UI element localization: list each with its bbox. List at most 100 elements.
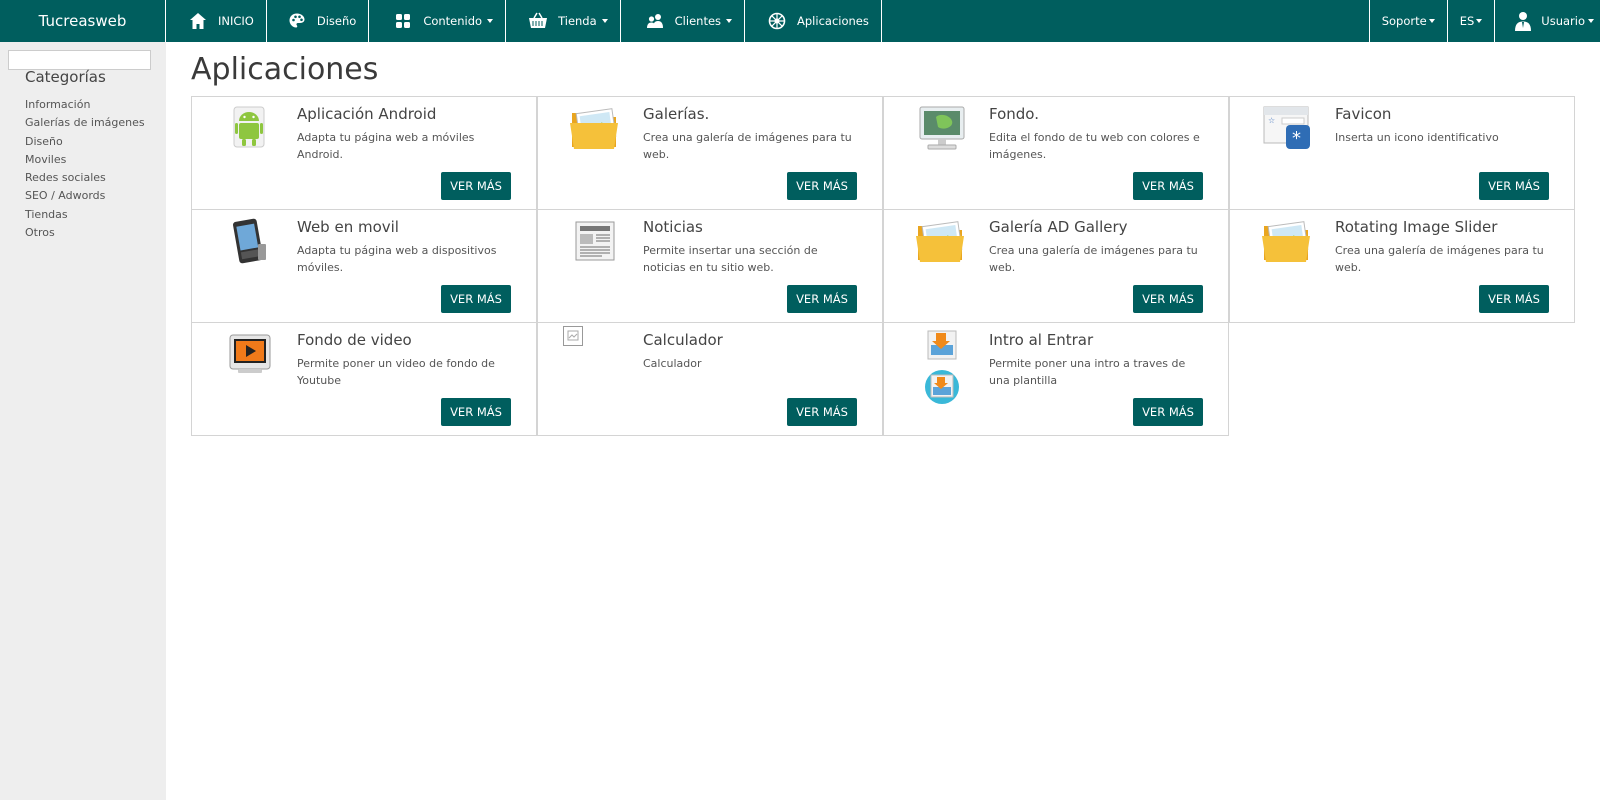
chevron-down-icon bbox=[726, 19, 733, 23]
app-card-title: Fondo. bbox=[989, 105, 1039, 123]
app-card-title: Galería AD Gallery bbox=[989, 218, 1128, 236]
sidebar-item-redes-sociales[interactable]: Redes sociales bbox=[25, 169, 145, 187]
chevron-down-icon bbox=[601, 19, 608, 23]
sidebar-search-input[interactable] bbox=[8, 50, 151, 70]
app-card-galerias: Galerías. Crea una galería de imágenes p… bbox=[537, 96, 883, 210]
gallery-folder-icon bbox=[1260, 216, 1316, 268]
apps-icon bbox=[767, 11, 787, 31]
nav-tienda-label: Tienda bbox=[558, 14, 597, 28]
chevron-down-icon bbox=[487, 19, 494, 23]
gallery-folder-icon bbox=[914, 216, 970, 268]
android-icon bbox=[222, 103, 278, 155]
newspaper-icon bbox=[568, 216, 624, 268]
app-card-desc: Crea una galería de imágenes para tu web… bbox=[643, 131, 852, 161]
nav-aplicaciones[interactable]: Aplicaciones bbox=[745, 0, 882, 42]
palette-icon bbox=[287, 11, 307, 31]
ver-mas-button[interactable]: VER MÁS bbox=[787, 398, 857, 426]
nav-soporte-label: Soporte bbox=[1381, 14, 1427, 28]
grid-icon bbox=[393, 11, 413, 31]
background-monitor-icon bbox=[914, 103, 970, 155]
ver-mas-button[interactable]: VER MÁS bbox=[441, 398, 511, 426]
app-card-title: Noticias bbox=[643, 218, 703, 236]
video-icon bbox=[222, 329, 278, 381]
sidebar-item-otros[interactable]: Otros bbox=[25, 224, 145, 242]
app-card-title: Fondo de video bbox=[297, 331, 412, 349]
users-icon bbox=[645, 11, 665, 31]
nav-spacer bbox=[882, 0, 1370, 42]
app-card-title: Favicon bbox=[1335, 105, 1392, 123]
app-card-rotating-slider: Rotating Image Slider Crea una galería d… bbox=[1229, 209, 1575, 323]
nav-aplicaciones-label: Aplicaciones bbox=[797, 14, 869, 28]
app-card-title: Galerías. bbox=[643, 105, 710, 123]
app-card-desc: Calculador bbox=[643, 357, 702, 370]
app-card-fondo-video: Fondo de video Permite poner un video de… bbox=[191, 322, 537, 436]
nav-diseno-label: Diseño bbox=[316, 14, 357, 28]
nav-tienda[interactable]: Tienda bbox=[506, 0, 621, 42]
nav-clientes-label: Clientes bbox=[674, 14, 722, 28]
app-card-desc: Adapta tu página web a dispositivos móvi… bbox=[297, 244, 497, 274]
ver-mas-button[interactable]: VER MÁS bbox=[441, 285, 511, 313]
ver-mas-button[interactable]: VER MÁS bbox=[1133, 172, 1203, 200]
sidebar-item-tiendas[interactable]: Tiendas bbox=[25, 206, 145, 224]
broken-image-icon bbox=[562, 325, 618, 377]
nav-inicio[interactable]: INICIO bbox=[166, 0, 267, 42]
ver-mas-button[interactable]: VER MÁS bbox=[787, 285, 857, 313]
svg-text:*: * bbox=[1292, 128, 1301, 149]
app-card-desc: Crea una galería de imágenes para tu web… bbox=[989, 244, 1198, 274]
app-card-title: Aplicación Android bbox=[297, 105, 437, 123]
app-card-noticias: Noticias Permite insertar una sección de… bbox=[537, 209, 883, 323]
chevron-down-icon bbox=[1588, 19, 1594, 23]
app-card-title: Calculador bbox=[643, 331, 723, 349]
ver-mas-button[interactable]: VER MÁS bbox=[441, 172, 511, 200]
app-card-android: Aplicación Android Adapta tu página web … bbox=[191, 96, 537, 210]
user-icon bbox=[1515, 11, 1532, 31]
sidebar-item-informacion[interactable]: Información bbox=[25, 96, 145, 114]
category-list: Información Galerías de imágenes Diseño … bbox=[25, 96, 145, 242]
sidebar-item-seo-adwords[interactable]: SEO / Adwords bbox=[25, 187, 145, 205]
nav-diseno[interactable]: Diseño bbox=[267, 0, 370, 42]
home-icon bbox=[188, 11, 208, 31]
nav-language[interactable]: ES bbox=[1448, 0, 1496, 42]
sidebar: Categorías Información Galerías de imáge… bbox=[0, 42, 166, 800]
ver-mas-button[interactable]: VER MÁS bbox=[1479, 285, 1549, 313]
sidebar-item-moviles[interactable]: Moviles bbox=[25, 151, 145, 169]
nav-clientes[interactable]: Clientes bbox=[621, 0, 746, 42]
app-card-desc: Edita el fondo de tu web con colores e i… bbox=[989, 131, 1200, 161]
app-card-desc: Crea una galería de imágenes para tu web… bbox=[1335, 244, 1544, 274]
nav-inicio-label: INICIO bbox=[218, 14, 254, 28]
sidebar-item-diseno[interactable]: Diseño bbox=[25, 133, 145, 151]
app-card-title: Web en movil bbox=[297, 218, 399, 236]
favicon-icon: ☆ * bbox=[1260, 103, 1316, 155]
sidebar-item-galerias[interactable]: Galerías de imágenes bbox=[25, 114, 145, 132]
app-card-ad-gallery: Galería AD Gallery Crea una galería de i… bbox=[883, 209, 1229, 323]
mobile-phone-icon bbox=[222, 216, 278, 268]
ver-mas-button[interactable]: VER MÁS bbox=[787, 172, 857, 200]
ver-mas-button[interactable]: VER MÁS bbox=[1133, 285, 1203, 313]
nav-language-label: ES bbox=[1459, 14, 1475, 28]
nav-soporte[interactable]: Soporte bbox=[1370, 0, 1448, 42]
app-card-web-movil: Web en movil Adapta tu página web a disp… bbox=[191, 209, 537, 323]
page-title: Aplicaciones bbox=[191, 52, 379, 87]
top-navbar: Tucreasweb INICIO Diseño Contenido Tiend… bbox=[0, 0, 1600, 42]
app-card-favicon: ☆ * Favicon Inserta un icono identificati… bbox=[1229, 96, 1575, 210]
svg-text:☆: ☆ bbox=[1268, 116, 1275, 125]
intro-icon bbox=[914, 327, 970, 411]
chevron-down-icon bbox=[1476, 19, 1483, 23]
gallery-folder-icon bbox=[568, 103, 624, 155]
nav-contenido-label: Contenido bbox=[423, 14, 483, 28]
nav-usuario[interactable]: Usuario bbox=[1495, 0, 1600, 42]
chevron-down-icon bbox=[1428, 19, 1435, 23]
app-card-title: Intro al Entrar bbox=[989, 331, 1094, 349]
app-card-desc: Permite poner una intro a traves de una … bbox=[989, 357, 1186, 387]
basket-icon bbox=[528, 11, 548, 31]
app-card-desc: Adapta tu página web a móviles Android. bbox=[297, 131, 475, 161]
app-card-desc: Permite poner un video de fondo de Youtu… bbox=[297, 357, 495, 387]
app-card-intro: Intro al Entrar Permite poner una intro … bbox=[883, 322, 1229, 436]
ver-mas-button[interactable]: VER MÁS bbox=[1479, 172, 1549, 200]
nav-usuario-label: Usuario bbox=[1541, 14, 1585, 28]
app-card-title: Rotating Image Slider bbox=[1335, 218, 1498, 236]
brand-logo[interactable]: Tucreasweb bbox=[0, 0, 166, 42]
ver-mas-button[interactable]: VER MÁS bbox=[1133, 398, 1203, 426]
nav-contenido[interactable]: Contenido bbox=[369, 0, 507, 42]
app-card-desc: Inserta un icono identificativo bbox=[1335, 131, 1499, 144]
